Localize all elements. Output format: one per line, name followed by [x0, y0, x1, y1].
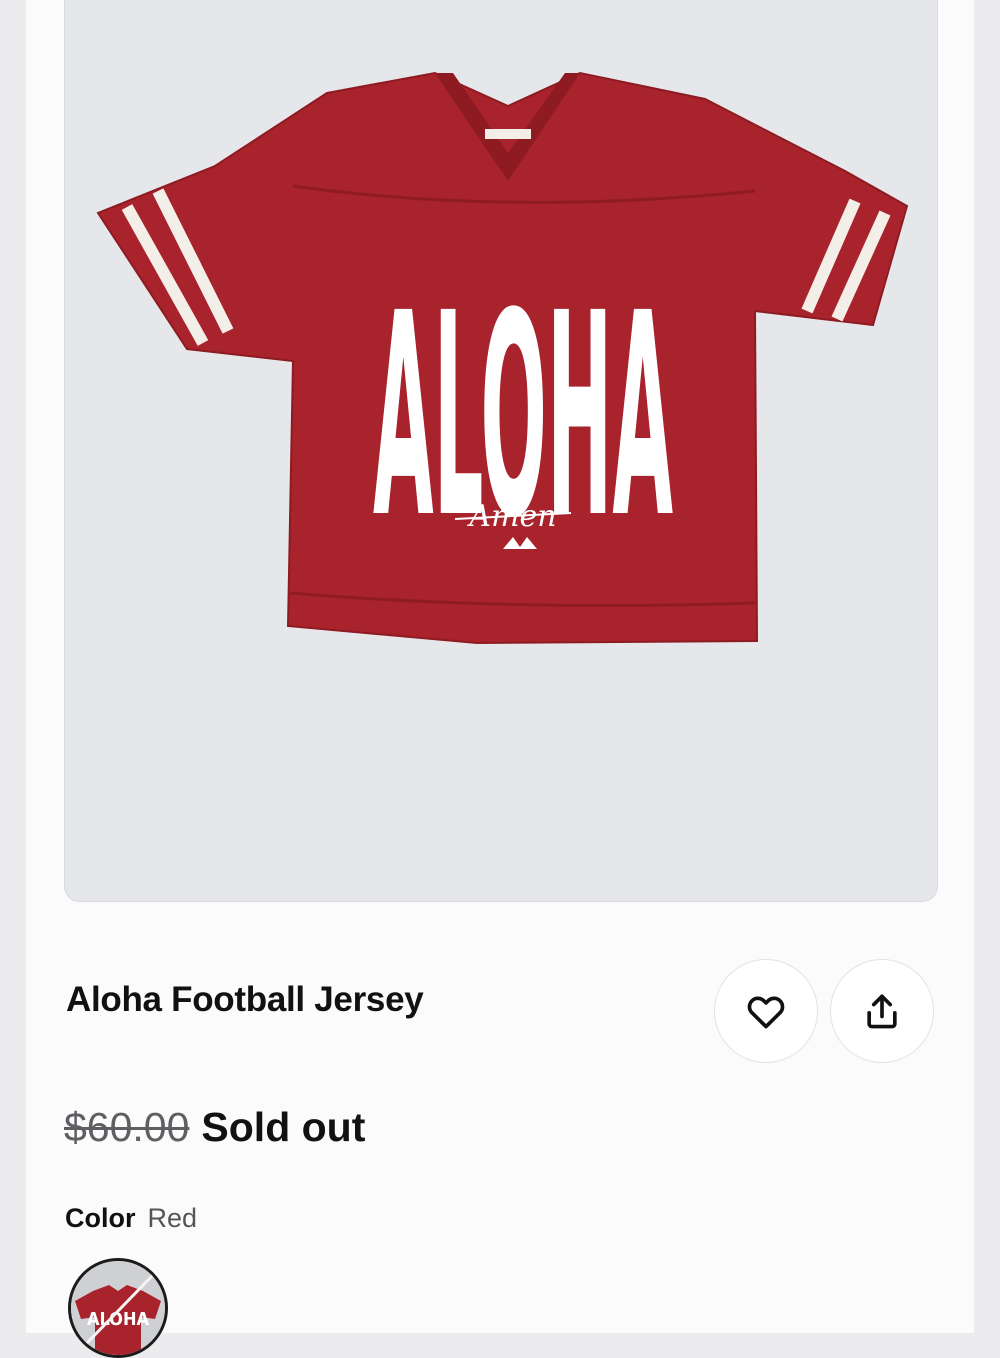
swatch-thumbnail: ALOHA	[71, 1261, 165, 1355]
original-price: $60.00	[64, 1104, 190, 1150]
sold-out-status: Sold out	[201, 1104, 366, 1150]
color-label: Color	[65, 1203, 136, 1233]
share-icon	[867, 994, 897, 1029]
product-title: Aloha Football Jersey	[66, 980, 424, 1019]
product-image[interactable]: ALOHA Amen	[64, 0, 938, 902]
jersey-illustration: ALOHA Amen	[96, 71, 909, 645]
heart-icon	[747, 996, 785, 1029]
neck-label	[485, 129, 531, 139]
share-button[interactable]	[830, 959, 934, 1063]
favorite-button[interactable]	[714, 959, 818, 1063]
selected-color-value: Red	[147, 1203, 198, 1233]
price-row: $60.00 Sold out	[64, 1104, 365, 1151]
color-swatch-red[interactable]: ALOHA	[68, 1258, 168, 1358]
color-option-row: Color Red	[65, 1203, 197, 1234]
